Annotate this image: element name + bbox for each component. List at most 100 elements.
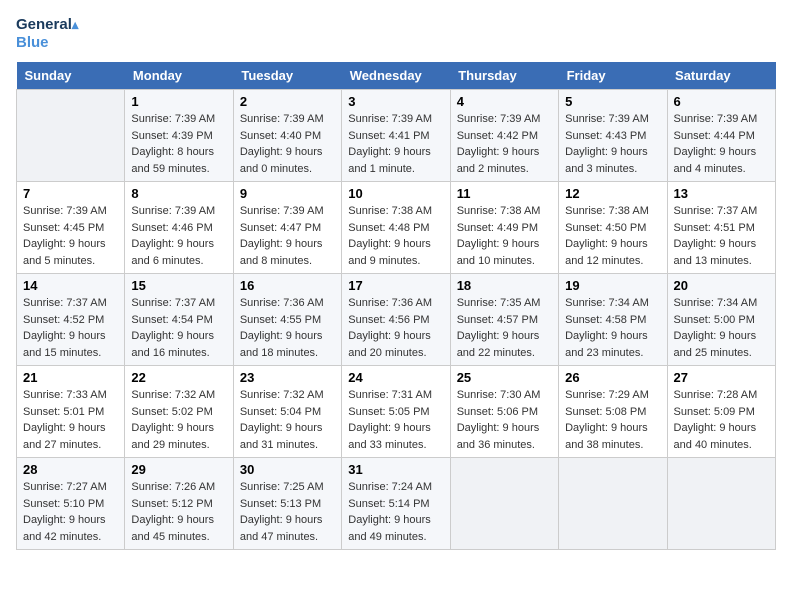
calendar-cell: 15 Sunrise: 7:37 AMSunset: 4:54 PMDayligh… bbox=[125, 274, 233, 366]
weekday-header-thursday: Thursday bbox=[450, 62, 558, 90]
day-number: 29 bbox=[131, 462, 226, 477]
day-number: 30 bbox=[240, 462, 335, 477]
logo-text: General▴ Blue bbox=[16, 16, 78, 52]
day-info: Sunrise: 7:34 AMSunset: 5:00 PMDaylight:… bbox=[674, 295, 769, 361]
calendar-cell: 10 Sunrise: 7:38 AMSunset: 4:48 PMDayligh… bbox=[342, 182, 450, 274]
calendar-cell: 20Sunrise: 7:34 AMSunset: 5:00 PMDayligh… bbox=[667, 274, 775, 366]
day-info: Sunrise: 7:39 AMSunset: 4:39 PMDaylight:… bbox=[131, 111, 226, 177]
day-number: 27 bbox=[674, 370, 769, 385]
calendar-cell: 14 Sunrise: 7:37 AMSunset: 4:52 PMDayligh… bbox=[17, 274, 125, 366]
day-info: Sunrise: 7:39 AMSunset: 4:47 PMDaylight:… bbox=[240, 203, 335, 269]
day-number: 23 bbox=[240, 370, 335, 385]
day-info: Sunrise: 7:39 AMSunset: 4:46 PMDaylight:… bbox=[131, 203, 226, 269]
week-row-1: 1 Sunrise: 7:39 AMSunset: 4:39 PMDaylight… bbox=[17, 90, 776, 182]
day-info: Sunrise: 7:39 AMSunset: 4:41 PMDaylight:… bbox=[348, 111, 443, 177]
calendar-cell: 28 Sunrise: 7:27 AMSunset: 5:10 PMDayligh… bbox=[17, 458, 125, 550]
day-number: 8 bbox=[131, 186, 226, 201]
calendar-table: SundayMondayTuesdayWednesdayThursdayFrid… bbox=[16, 62, 776, 550]
day-number: 4 bbox=[457, 94, 552, 109]
day-number: 19 bbox=[565, 278, 660, 293]
day-info: Sunrise: 7:34 AMSunset: 4:58 PMDaylight:… bbox=[565, 295, 660, 361]
day-info: Sunrise: 7:37 AMSunset: 4:51 PMDaylight:… bbox=[674, 203, 769, 269]
calendar-cell: 2Sunrise: 7:39 AMSunset: 4:40 PMDaylight… bbox=[233, 90, 341, 182]
day-number: 13 bbox=[674, 186, 769, 201]
day-info: Sunrise: 7:39 AMSunset: 4:42 PMDaylight:… bbox=[457, 111, 552, 177]
week-row-5: 28 Sunrise: 7:27 AMSunset: 5:10 PMDayligh… bbox=[17, 458, 776, 550]
calendar-cell: 26Sunrise: 7:29 AMSunset: 5:08 PMDayligh… bbox=[559, 366, 667, 458]
day-info: Sunrise: 7:30 AMSunset: 5:06 PMDaylight:… bbox=[457, 387, 552, 453]
week-row-4: 21 Sunrise: 7:33 AMSunset: 5:01 PMDayligh… bbox=[17, 366, 776, 458]
calendar-cell: 8 Sunrise: 7:39 AMSunset: 4:46 PMDaylight… bbox=[125, 182, 233, 274]
calendar-cell bbox=[17, 90, 125, 182]
day-number: 12 bbox=[565, 186, 660, 201]
calendar-cell: 19 Sunrise: 7:34 AMSunset: 4:58 PMDayligh… bbox=[559, 274, 667, 366]
weekday-header-friday: Friday bbox=[559, 62, 667, 90]
calendar-cell: 16 Sunrise: 7:36 AMSunset: 4:55 PMDayligh… bbox=[233, 274, 341, 366]
calendar-cell: 27 Sunrise: 7:28 AMSunset: 5:09 PMDayligh… bbox=[667, 366, 775, 458]
calendar-cell: 12 Sunrise: 7:38 AMSunset: 4:50 PMDayligh… bbox=[559, 182, 667, 274]
day-number: 22 bbox=[131, 370, 226, 385]
day-info: Sunrise: 7:27 AMSunset: 5:10 PMDaylight:… bbox=[23, 479, 118, 545]
calendar-cell: 13 Sunrise: 7:37 AMSunset: 4:51 PMDayligh… bbox=[667, 182, 775, 274]
calendar-cell: 17 Sunrise: 7:36 AMSunset: 4:56 PMDayligh… bbox=[342, 274, 450, 366]
weekday-header-row: SundayMondayTuesdayWednesdayThursdayFrid… bbox=[17, 62, 776, 90]
day-info: Sunrise: 7:32 AMSunset: 5:02 PMDaylight:… bbox=[131, 387, 226, 453]
calendar-cell bbox=[450, 458, 558, 550]
day-info: Sunrise: 7:28 AMSunset: 5:09 PMDaylight:… bbox=[674, 387, 769, 453]
calendar-cell: 30 Sunrise: 7:25 AMSunset: 5:13 PMDayligh… bbox=[233, 458, 341, 550]
calendar-cell: 18 Sunrise: 7:35 AMSunset: 4:57 PMDayligh… bbox=[450, 274, 558, 366]
day-number: 18 bbox=[457, 278, 552, 293]
calendar-cell: 11Sunrise: 7:38 AMSunset: 4:49 PMDayligh… bbox=[450, 182, 558, 274]
weekday-header-sunday: Sunday bbox=[17, 62, 125, 90]
day-info: Sunrise: 7:36 AMSunset: 4:55 PMDaylight:… bbox=[240, 295, 335, 361]
day-number: 28 bbox=[23, 462, 118, 477]
day-info: Sunrise: 7:24 AMSunset: 5:14 PMDaylight:… bbox=[348, 479, 443, 545]
calendar-cell: 3 Sunrise: 7:39 AMSunset: 4:41 PMDaylight… bbox=[342, 90, 450, 182]
day-info: Sunrise: 7:26 AMSunset: 5:12 PMDaylight:… bbox=[131, 479, 226, 545]
day-number: 14 bbox=[23, 278, 118, 293]
calendar-cell: 22 Sunrise: 7:32 AMSunset: 5:02 PMDayligh… bbox=[125, 366, 233, 458]
calendar-cell: 5 Sunrise: 7:39 AMSunset: 4:43 PMDaylight… bbox=[559, 90, 667, 182]
day-number: 9 bbox=[240, 186, 335, 201]
day-number: 1 bbox=[131, 94, 226, 109]
day-info: Sunrise: 7:38 AMSunset: 4:50 PMDaylight:… bbox=[565, 203, 660, 269]
day-info: Sunrise: 7:39 AMSunset: 4:43 PMDaylight:… bbox=[565, 111, 660, 177]
day-info: Sunrise: 7:32 AMSunset: 5:04 PMDaylight:… bbox=[240, 387, 335, 453]
weekday-header-tuesday: Tuesday bbox=[233, 62, 341, 90]
day-info: Sunrise: 7:33 AMSunset: 5:01 PMDaylight:… bbox=[23, 387, 118, 453]
calendar-cell: 1 Sunrise: 7:39 AMSunset: 4:39 PMDaylight… bbox=[125, 90, 233, 182]
calendar-cell: 6Sunrise: 7:39 AMSunset: 4:44 PMDaylight… bbox=[667, 90, 775, 182]
calendar-cell bbox=[559, 458, 667, 550]
day-info: Sunrise: 7:35 AMSunset: 4:57 PMDaylight:… bbox=[457, 295, 552, 361]
day-info: Sunrise: 7:38 AMSunset: 4:48 PMDaylight:… bbox=[348, 203, 443, 269]
day-number: 16 bbox=[240, 278, 335, 293]
weekday-header-wednesday: Wednesday bbox=[342, 62, 450, 90]
day-number: 17 bbox=[348, 278, 443, 293]
calendar-cell: 29 Sunrise: 7:26 AMSunset: 5:12 PMDayligh… bbox=[125, 458, 233, 550]
day-number: 31 bbox=[348, 462, 443, 477]
week-row-2: 7Sunrise: 7:39 AMSunset: 4:45 PMDaylight… bbox=[17, 182, 776, 274]
day-number: 24 bbox=[348, 370, 443, 385]
calendar-cell: 31 Sunrise: 7:24 AMSunset: 5:14 PMDayligh… bbox=[342, 458, 450, 550]
day-info: Sunrise: 7:39 AMSunset: 4:44 PMDaylight:… bbox=[674, 111, 769, 177]
calendar-cell: 24 Sunrise: 7:31 AMSunset: 5:05 PMDayligh… bbox=[342, 366, 450, 458]
logo: General▴ Blue bbox=[16, 16, 78, 52]
weekday-header-monday: Monday bbox=[125, 62, 233, 90]
day-info: Sunrise: 7:37 AMSunset: 4:52 PMDaylight:… bbox=[23, 295, 118, 361]
day-info: Sunrise: 7:37 AMSunset: 4:54 PMDaylight:… bbox=[131, 295, 226, 361]
calendar-cell: 7Sunrise: 7:39 AMSunset: 4:45 PMDaylight… bbox=[17, 182, 125, 274]
day-number: 5 bbox=[565, 94, 660, 109]
day-info: Sunrise: 7:38 AMSunset: 4:49 PMDaylight:… bbox=[457, 203, 552, 269]
day-number: 3 bbox=[348, 94, 443, 109]
day-info: Sunrise: 7:39 AMSunset: 4:40 PMDaylight:… bbox=[240, 111, 335, 177]
day-info: Sunrise: 7:25 AMSunset: 5:13 PMDaylight:… bbox=[240, 479, 335, 545]
calendar-cell: 25Sunrise: 7:30 AMSunset: 5:06 PMDayligh… bbox=[450, 366, 558, 458]
week-row-3: 14 Sunrise: 7:37 AMSunset: 4:52 PMDayligh… bbox=[17, 274, 776, 366]
day-number: 21 bbox=[23, 370, 118, 385]
calendar-cell: 21 Sunrise: 7:33 AMSunset: 5:01 PMDayligh… bbox=[17, 366, 125, 458]
day-info: Sunrise: 7:36 AMSunset: 4:56 PMDaylight:… bbox=[348, 295, 443, 361]
day-number: 10 bbox=[348, 186, 443, 201]
day-info: Sunrise: 7:31 AMSunset: 5:05 PMDaylight:… bbox=[348, 387, 443, 453]
day-number: 15 bbox=[131, 278, 226, 293]
day-info: Sunrise: 7:39 AMSunset: 4:45 PMDaylight:… bbox=[23, 203, 118, 269]
